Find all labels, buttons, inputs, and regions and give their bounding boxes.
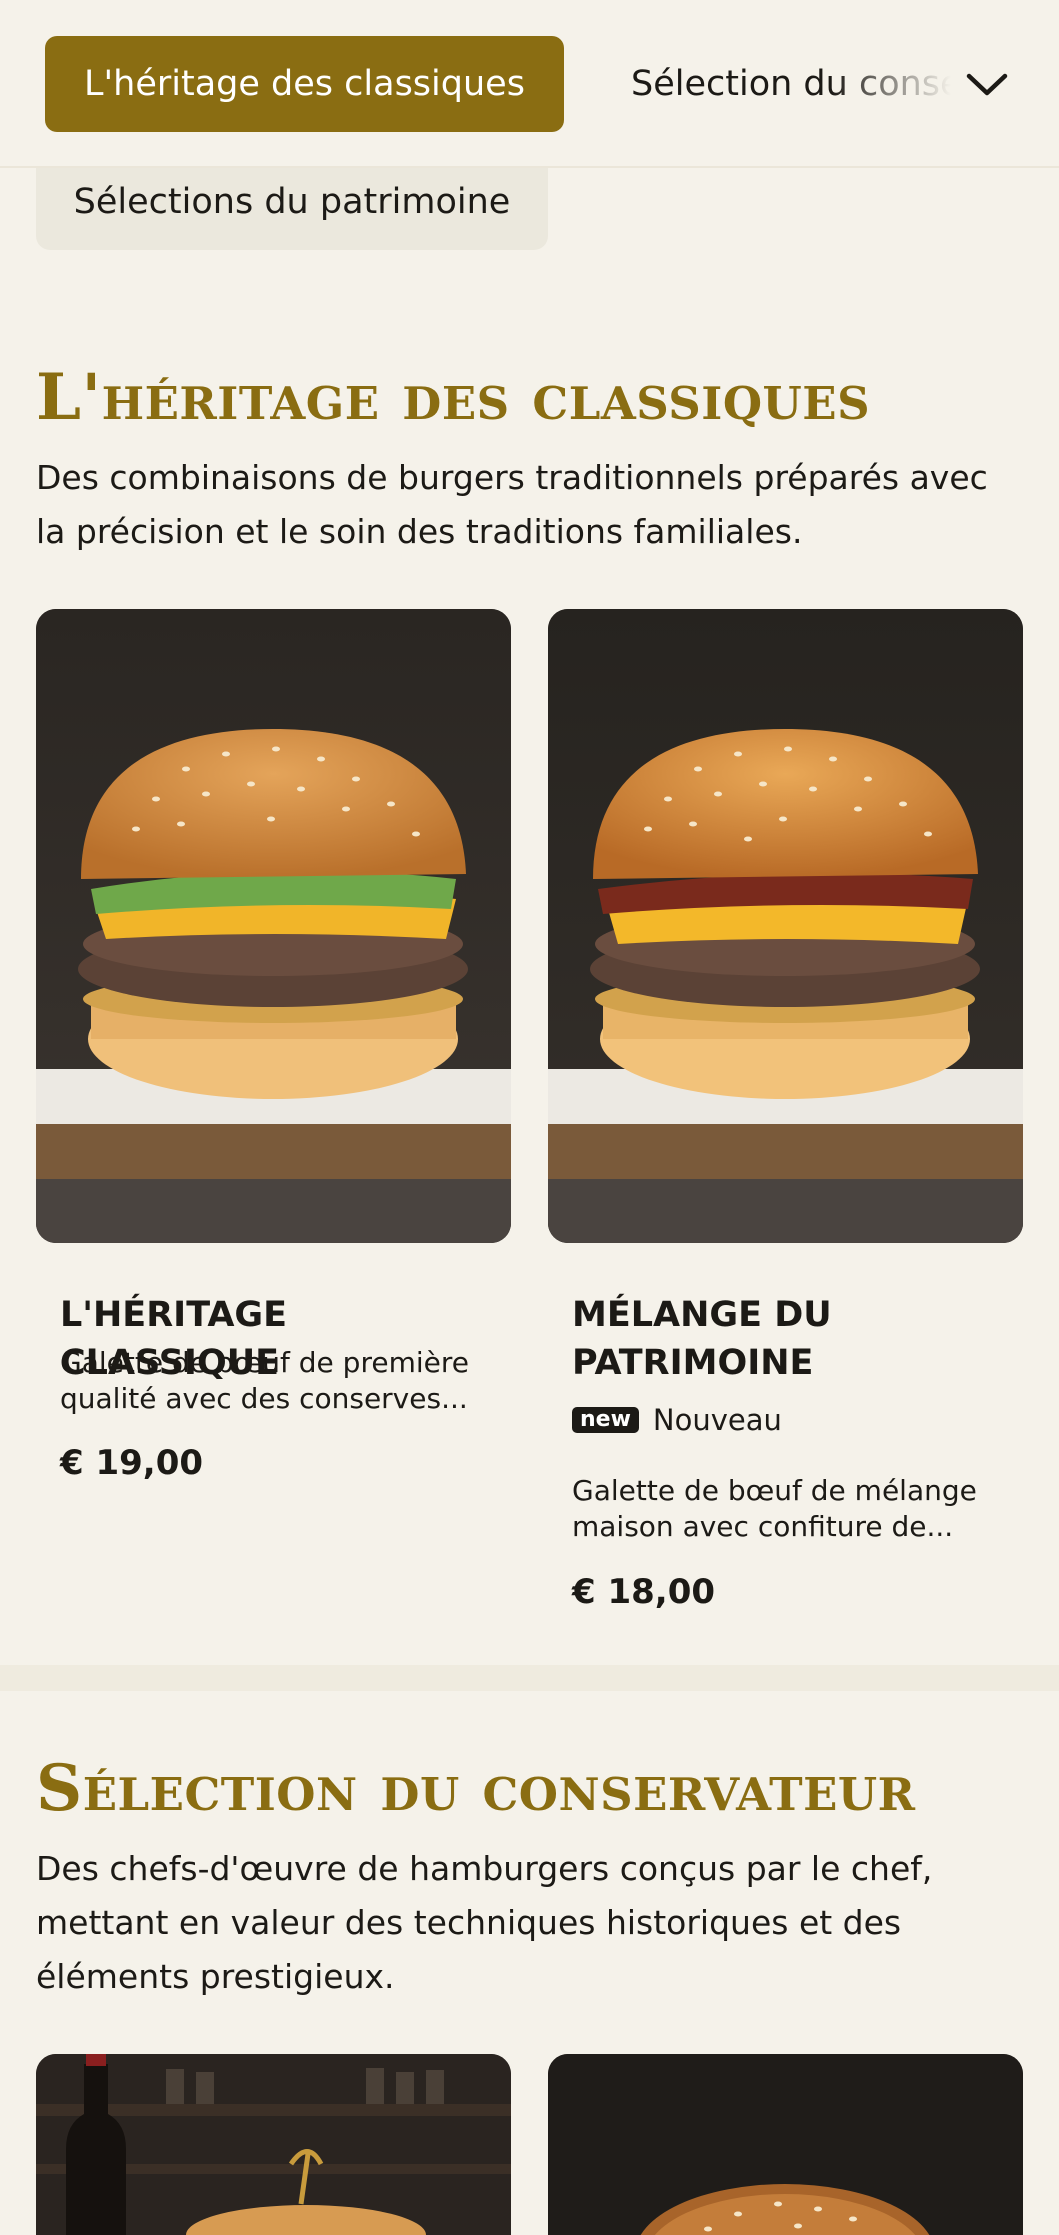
chevron-down-icon[interactable] <box>962 60 1012 110</box>
section-description: Des combinaisons de burgers traditionnel… <box>36 458 988 551</box>
new-badge-label: Nouveau <box>652 1403 782 1437</box>
new-badge: new <box>572 1407 639 1433</box>
burger-dark-background-photo[interactable] <box>548 2054 1023 2235</box>
category-nav: L'héritage des classiques Sélection du c… <box>0 0 1059 168</box>
tab-heritage-classics[interactable]: L'héritage des classiques <box>45 36 564 132</box>
menu-item-price: € 19,00 <box>60 1443 204 1483</box>
burger-bacon-cheese-photo[interactable] <box>548 609 1023 1243</box>
tab-label: Sélections du patrimoine <box>73 182 511 222</box>
tab-scroll-fade <box>831 36 951 132</box>
section-title: L'héritage des classiques <box>36 360 871 435</box>
menu-item-description: Galette de bœuf de première qualité avec… <box>60 1346 469 1415</box>
burger-wine-bottle-photo[interactable] <box>36 2054 511 2235</box>
menu-item-price: € 18,00 <box>572 1572 716 1612</box>
section-divider <box>0 1665 1059 1691</box>
new-badge-row: new Nouveau <box>572 1403 782 1437</box>
menu-item-description: Galette de bœuf de mélange maison avec c… <box>572 1474 977 1543</box>
section-title: Sélection du conservateur <box>36 1751 916 1826</box>
burger-lettuce-jam-photo[interactable] <box>36 609 511 1243</box>
tab-label: L'héritage des classiques <box>84 64 525 104</box>
menu-item-name[interactable]: MÉLANGE DU PATRIMOINE <box>572 1291 1002 1387</box>
section-description: Des chefs-d'œuvre de hamburgers conçus p… <box>36 1849 933 1996</box>
